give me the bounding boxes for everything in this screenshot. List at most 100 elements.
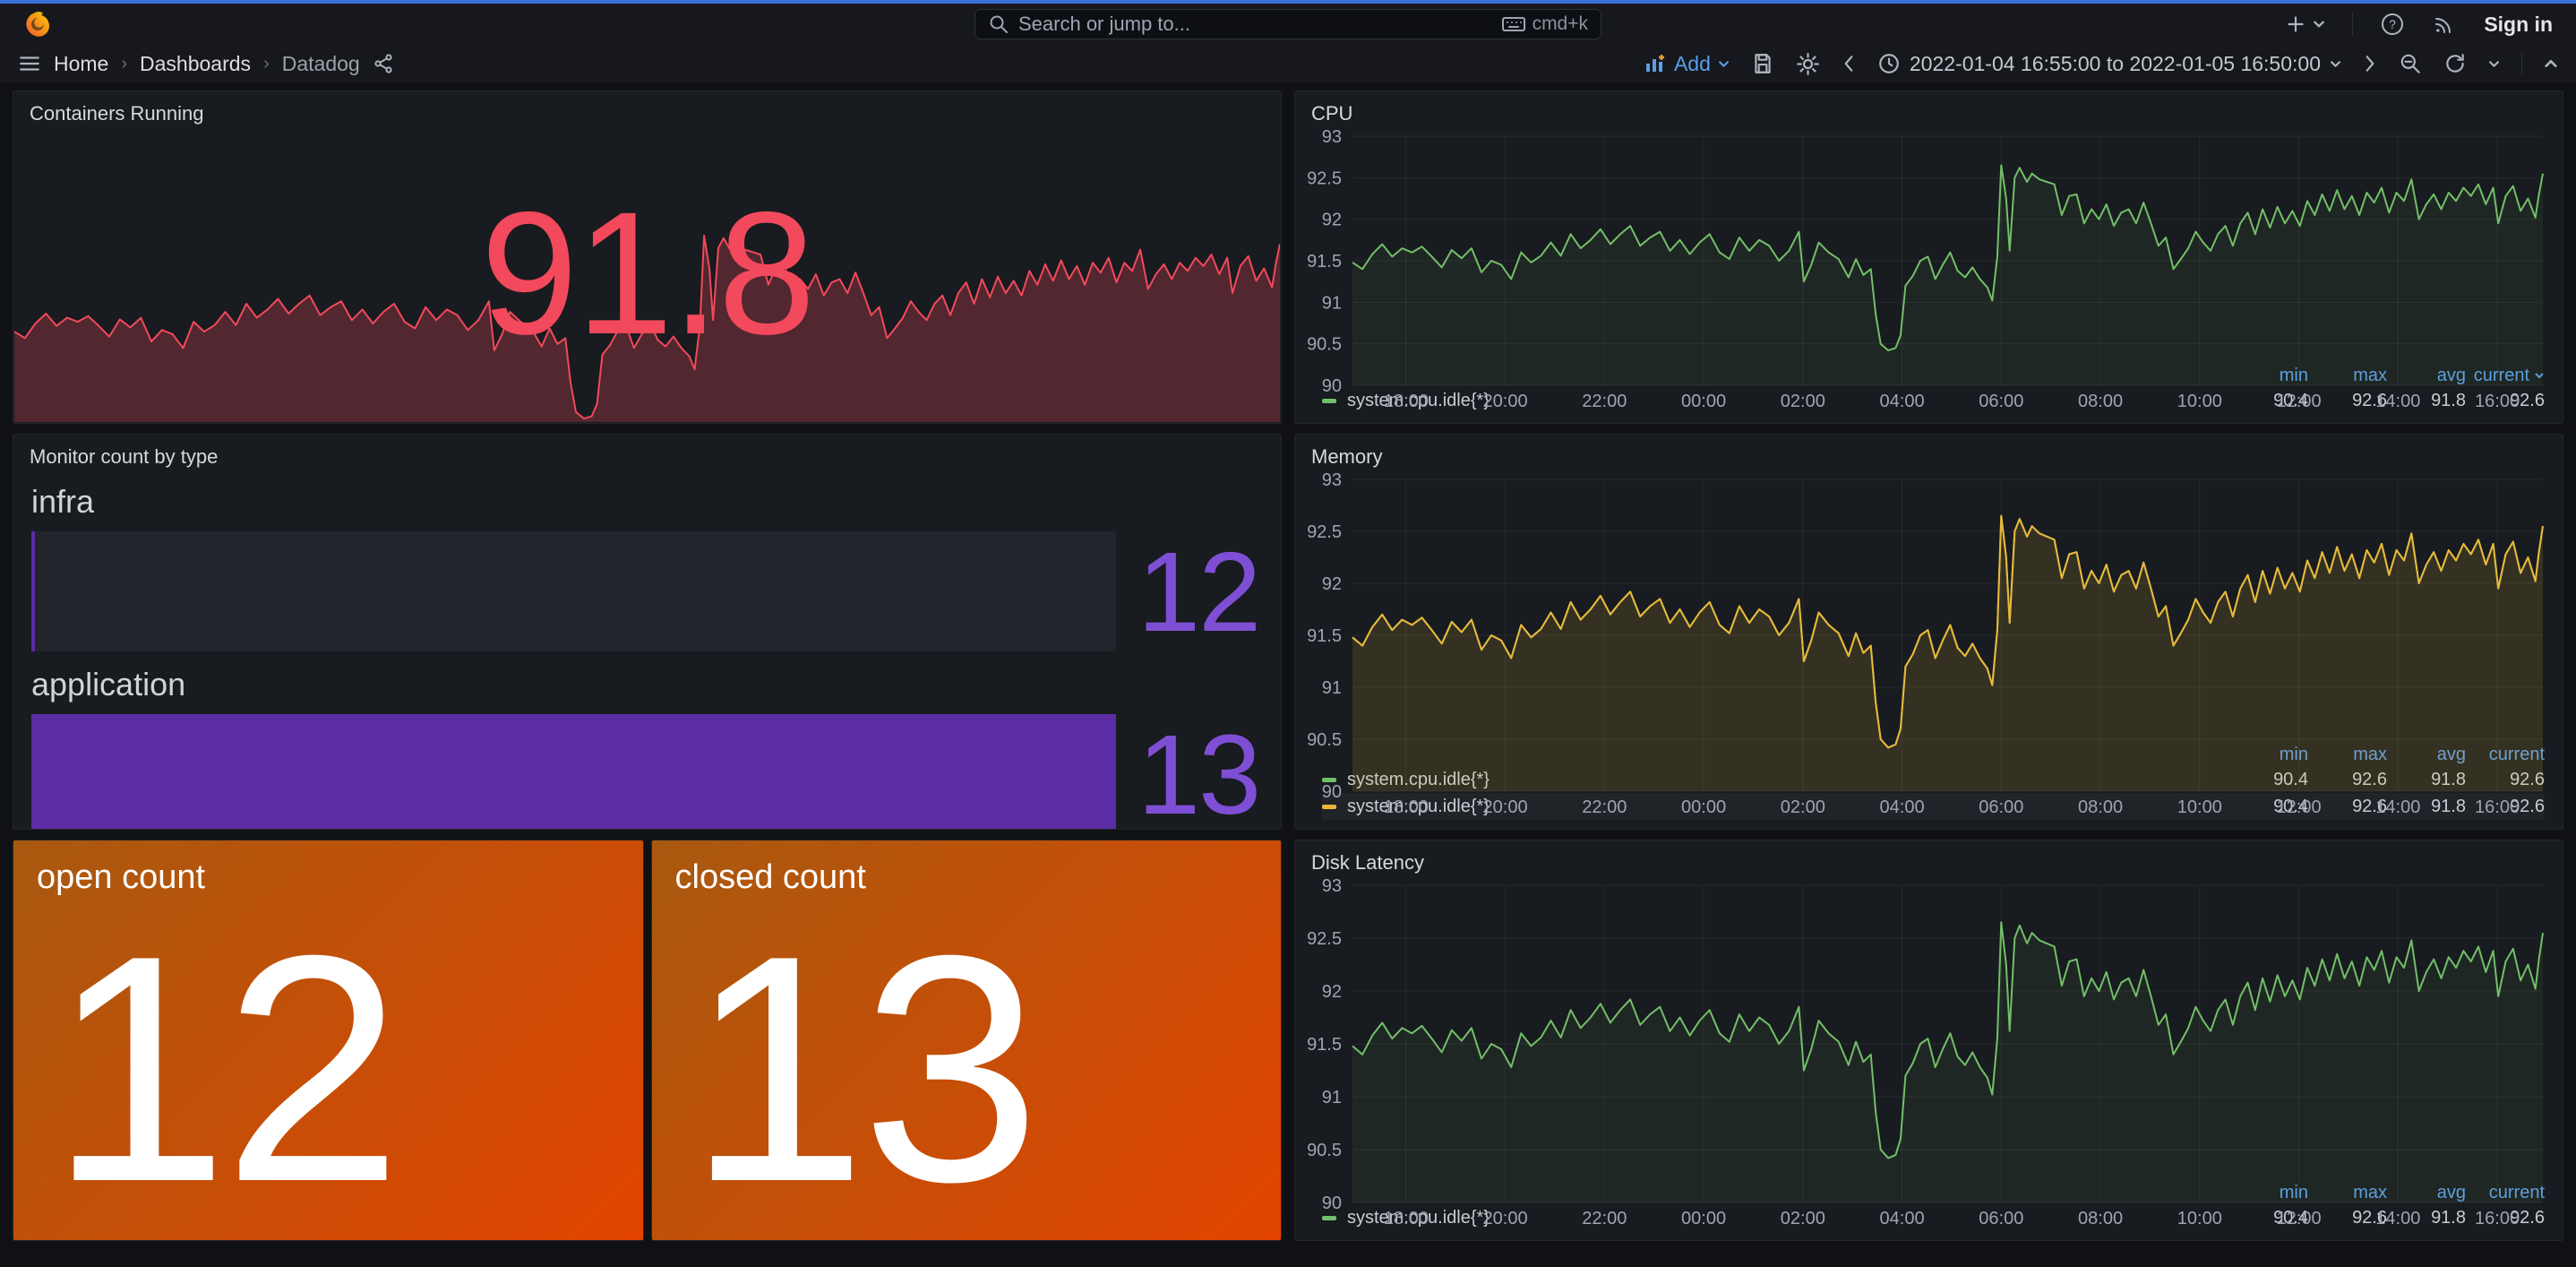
- svg-text:18:00: 18:00: [1384, 1209, 1429, 1228]
- dashboard-toolbar: Home › Dashboards › Datadog Add: [0, 45, 2576, 82]
- time-range-picker[interactable]: 2022-01-04 16:55:00 to 2022-01-05 16:50:…: [1877, 52, 2341, 76]
- svg-text:93: 93: [1322, 876, 1342, 896]
- svg-text:00:00: 00:00: [1681, 797, 1726, 817]
- cpu-panel: CPU 9090.59191.59292.59318:0020:0022:000…: [1294, 90, 2563, 424]
- refresh-interval-caret-icon[interactable]: [2488, 58, 2500, 70]
- svg-text:06:00: 06:00: [1979, 1209, 2023, 1228]
- dashboard-settings-icon[interactable]: [1796, 52, 1820, 76]
- grafana-logo[interactable]: [23, 10, 52, 39]
- svg-text:14:00: 14:00: [2375, 797, 2420, 817]
- search-input[interactable]: Search or jump to... cmd+k: [975, 9, 1601, 39]
- panel-title[interactable]: Monitor count by type: [13, 435, 1281, 469]
- svg-text:16:00: 16:00: [2475, 797, 2520, 817]
- svg-text:92: 92: [1322, 211, 1342, 230]
- svg-text:10:00: 10:00: [2177, 392, 2222, 411]
- add-panel-icon: [1644, 53, 1667, 74]
- bottom-left-row: open count 12 closed count 13: [13, 840, 1282, 1241]
- news-button[interactable]: [2432, 12, 2457, 37]
- svg-text:91: 91: [1322, 293, 1342, 313]
- svg-text:91.5: 91.5: [1307, 252, 1342, 272]
- svg-text:22:00: 22:00: [1582, 797, 1627, 817]
- chevron-down-icon: [1718, 58, 1730, 70]
- breadcrumb-separator: ›: [263, 54, 270, 74]
- svg-text:92: 92: [1322, 574, 1342, 594]
- svg-text:90.5: 90.5: [1307, 1141, 1342, 1160]
- svg-text:14:00: 14:00: [2375, 1209, 2420, 1228]
- bargauge-label: application: [31, 666, 1263, 703]
- breadcrumb-separator: ›: [121, 54, 127, 74]
- svg-text:93: 93: [1322, 127, 1342, 147]
- svg-text:10:00: 10:00: [2177, 797, 2222, 817]
- svg-text:00:00: 00:00: [1681, 392, 1726, 411]
- svg-text:20:00: 20:00: [1483, 1209, 1528, 1228]
- monitor-count-panel: Monitor count by type infra 12 application…: [13, 434, 1282, 830]
- top-nav: Search or jump to... cmd+k ? Sign in: [0, 4, 2576, 45]
- bargauge-row-infra: infra 12: [31, 483, 1263, 651]
- closed-count-panel: closed count 13: [651, 840, 1283, 1241]
- nav-divider: [2352, 13, 2353, 36]
- containers-running-panel: Containers Running 91.8: [13, 90, 1282, 424]
- cpu-chart[interactable]: 9090.59191.59292.59318:0020:0022:0000:00…: [1301, 127, 2557, 364]
- svg-text:92.5: 92.5: [1307, 522, 1342, 542]
- svg-text:93: 93: [1322, 470, 1342, 490]
- svg-text:16:00: 16:00: [2475, 1209, 2520, 1228]
- refresh-button[interactable]: [2443, 52, 2467, 75]
- monitor-count-bargauge: infra 12 application 13: [13, 483, 1281, 830]
- new-button[interactable]: [2284, 13, 2325, 36]
- save-dashboard-icon[interactable]: [1751, 52, 1774, 75]
- rss-icon: [2432, 12, 2457, 37]
- help-button[interactable]: ?: [2380, 12, 2405, 37]
- zoom-out-icon[interactable]: [2399, 52, 2422, 75]
- add-panel-button[interactable]: Add: [1644, 52, 1730, 76]
- svg-text:90: 90: [1322, 1194, 1342, 1213]
- bargauge-bar: [31, 714, 1116, 830]
- open-count-value: 12: [13, 897, 643, 1240]
- search-shortcut: cmd+k: [1502, 13, 1588, 35]
- svg-text:90.5: 90.5: [1307, 730, 1342, 750]
- panel-title[interactable]: Memory: [1295, 435, 2563, 469]
- time-shift-back-icon[interactable]: [1842, 54, 1856, 73]
- svg-text:02:00: 02:00: [1781, 797, 1825, 817]
- grafana-logo-icon: [23, 10, 52, 39]
- time-range-label: 2022-01-04 16:55:00 to 2022-01-05 16:50:…: [1910, 52, 2321, 76]
- closed-count-value: 13: [652, 897, 1282, 1240]
- memory-chart[interactable]: 9090.59191.59292.59318:0020:0022:0000:00…: [1301, 470, 2557, 743]
- svg-text:06:00: 06:00: [1979, 392, 2023, 411]
- panel-title[interactable]: Disk Latency: [1295, 840, 2563, 875]
- svg-text:08:00: 08:00: [2078, 797, 2123, 817]
- panel-title[interactable]: CPU: [1295, 91, 2563, 125]
- dashboard-canvas: Containers Running 91.8 CPU 90 90.5 91 91.5…: [0, 82, 2576, 1267]
- search-icon: [988, 13, 1009, 35]
- breadcrumb-dashboards[interactable]: Dashboards: [140, 52, 251, 76]
- bargauge-value: 12: [1138, 531, 1263, 651]
- svg-text:12:00: 12:00: [2277, 392, 2322, 411]
- memory-panel: Memory 9090.59191.59292.59318:0020:0022:…: [1294, 434, 2563, 830]
- svg-text:12:00: 12:00: [2277, 797, 2322, 817]
- svg-text:90: 90: [1322, 782, 1342, 802]
- svg-text:22:00: 22:00: [1582, 392, 1627, 411]
- svg-text:16:00: 16:00: [2475, 392, 2520, 411]
- collapse-toolbar-icon[interactable]: [2544, 56, 2558, 71]
- share-icon[interactable]: [373, 53, 394, 74]
- svg-text:91: 91: [1322, 678, 1342, 698]
- svg-text:04:00: 04:00: [1880, 392, 1925, 411]
- breadcrumb-current: Datadog: [282, 52, 360, 76]
- svg-text:08:00: 08:00: [2078, 1209, 2123, 1228]
- svg-text:92: 92: [1322, 982, 1342, 1002]
- bargauge-row-application: application 13: [31, 666, 1263, 830]
- time-shift-forward-icon[interactable]: [2363, 54, 2377, 73]
- svg-text:12:00: 12:00: [2277, 1209, 2322, 1228]
- bargauge-value: 13: [1138, 714, 1263, 830]
- disk-latency-chart[interactable]: 9090.59191.59292.59318:0020:0022:0000:00…: [1301, 876, 2557, 1181]
- menu-toggle-icon[interactable]: [18, 52, 41, 75]
- bargauge-label: infra: [31, 483, 1263, 521]
- svg-text:20:00: 20:00: [1483, 797, 1528, 817]
- svg-text:06:00: 06:00: [1979, 797, 2023, 817]
- sign-in-button[interactable]: Sign in: [2484, 13, 2553, 37]
- svg-text:91: 91: [1322, 1088, 1342, 1108]
- chevron-down-icon: [2330, 58, 2341, 70]
- open-count-panel: open count 12: [13, 840, 644, 1241]
- breadcrumb-home[interactable]: Home: [54, 52, 108, 76]
- svg-text:22:00: 22:00: [1582, 1209, 1627, 1228]
- chevron-down-icon: [2313, 18, 2325, 30]
